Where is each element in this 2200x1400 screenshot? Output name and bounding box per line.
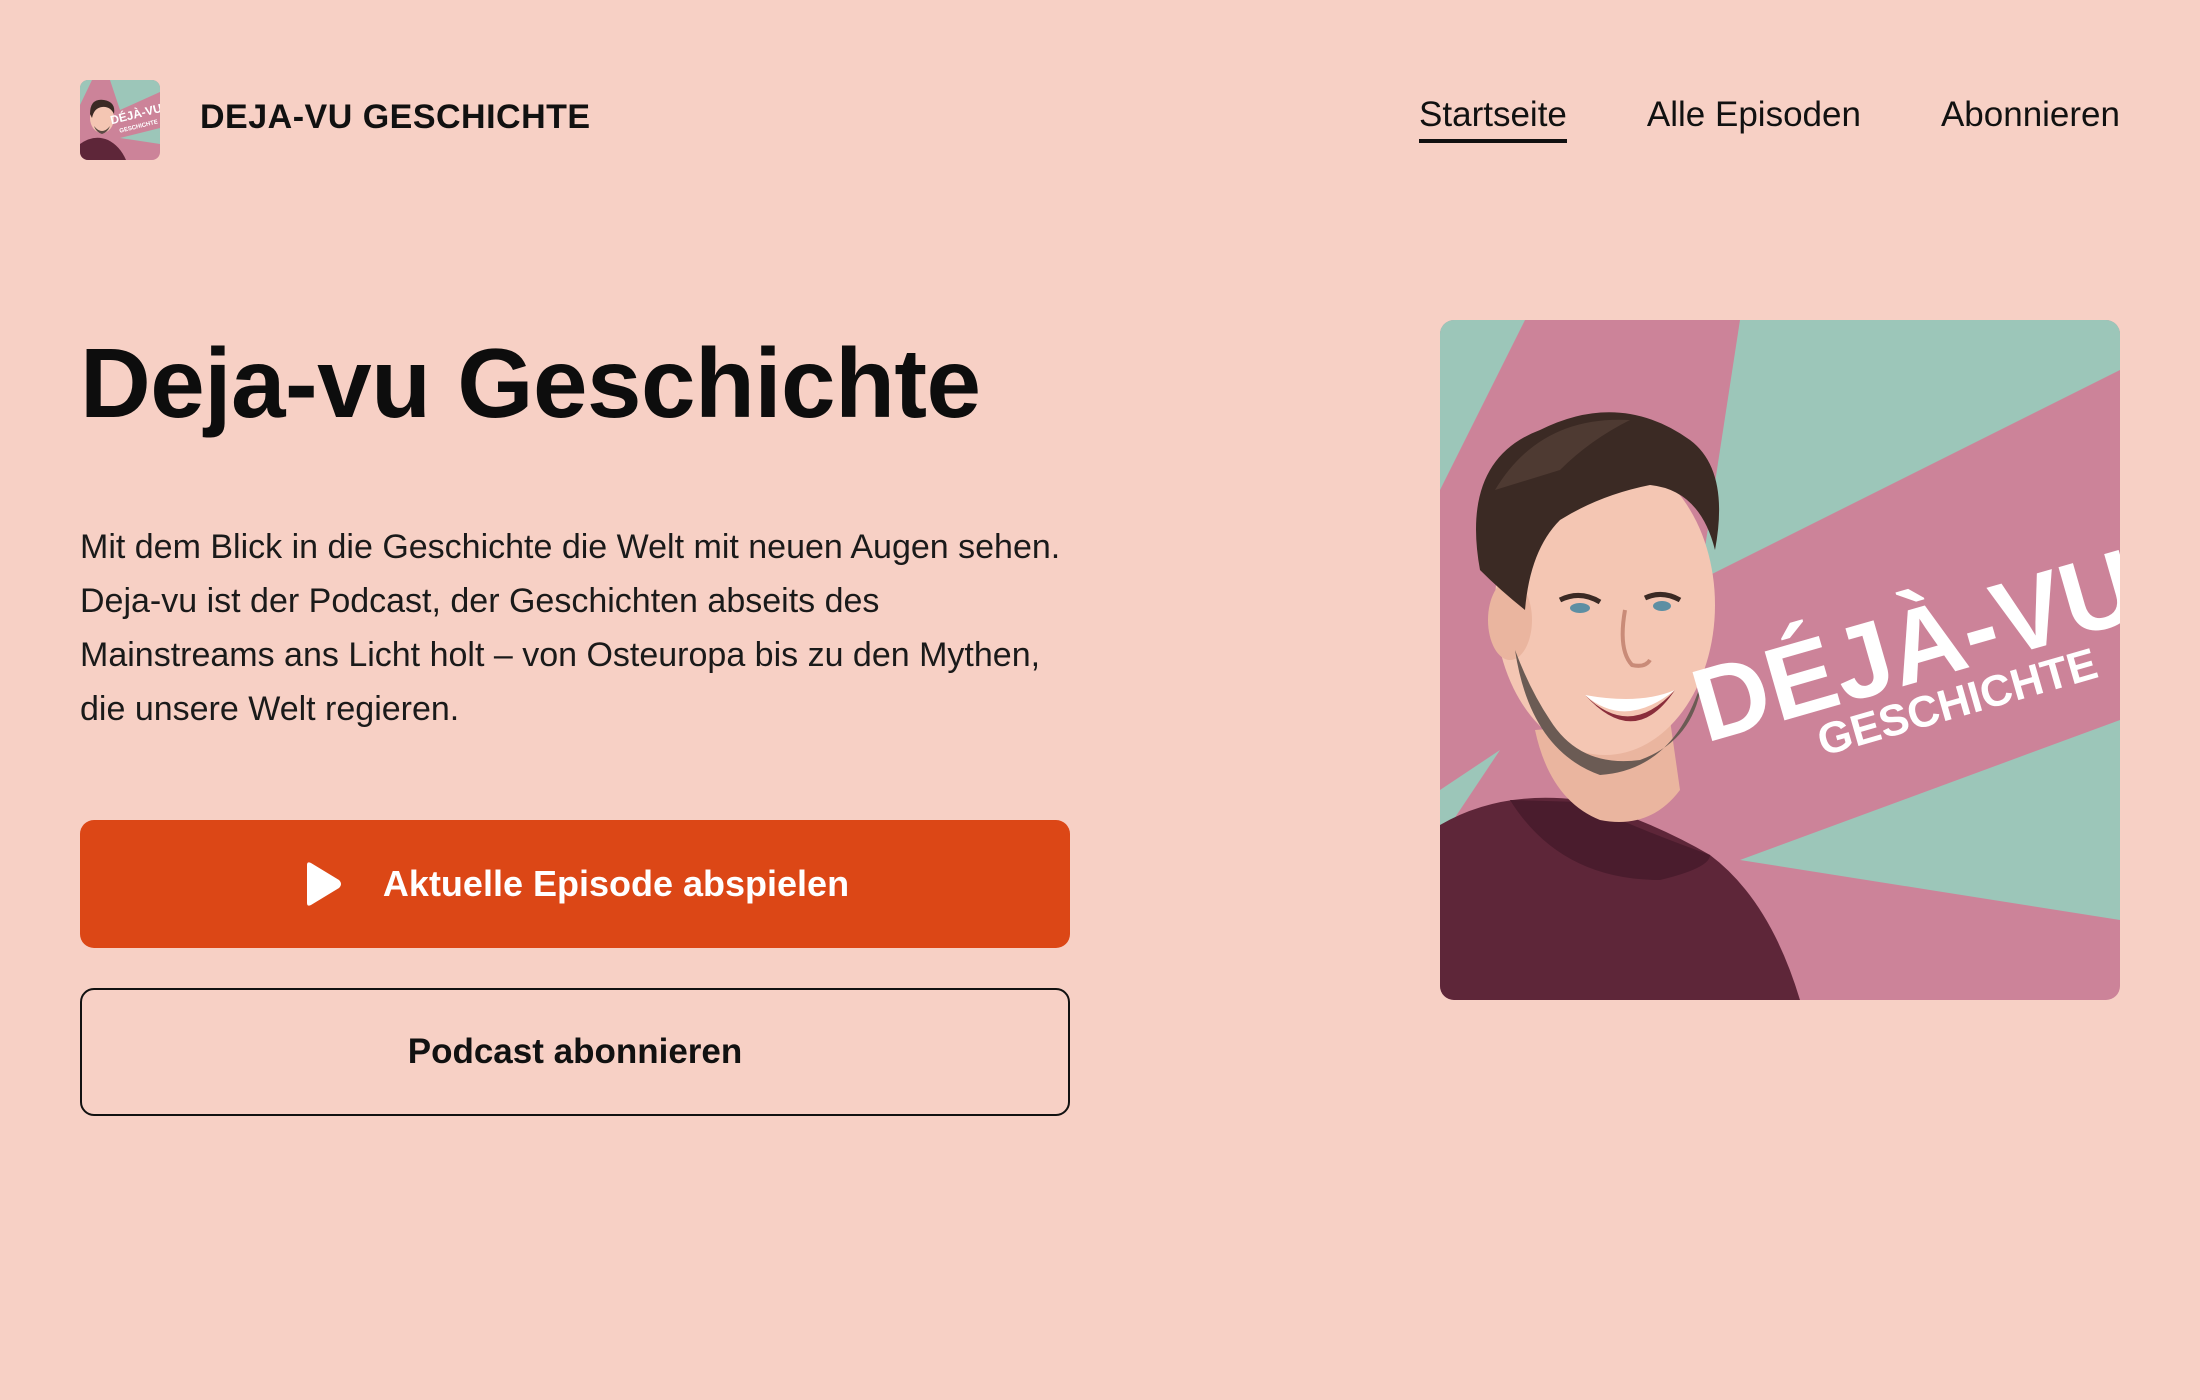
play-button-label: Aktuelle Episode abspielen (382, 863, 850, 904)
podcast-cover-illustration: DÉJÀ-VU GESCHICHTE (1440, 320, 2120, 1000)
main-nav: Startseite Alle Episoden Abonnieren (1419, 95, 2120, 143)
podcast-cover-thumbnail-icon: DÉJÀ-VU GESCHICHTE (80, 80, 160, 160)
podcast-cover-art: DÉJÀ-VU GESCHICHTE (1440, 320, 2120, 1000)
podcast-description: Mit dem Blick in die Geschichte die Welt… (80, 528, 1061, 728)
page-title: Deja-vu Geschichte (80, 328, 981, 438)
top-navigation-bar: DÉJÀ-VU GESCHICHTE DEJA-VU GESCHICHTE St… (0, 0, 2200, 190)
nav-item-alle-episoden[interactable]: Alle Episoden (1647, 95, 1861, 143)
subscribe-button-label: Podcast abonnieren (407, 1032, 743, 1071)
play-latest-episode-button[interactable]: Aktuelle Episode abspielen (80, 820, 1070, 948)
nav-item-startseite[interactable]: Startseite (1419, 95, 1567, 143)
play-icon (306, 862, 341, 906)
subscribe-podcast-button[interactable]: Podcast abonnieren (80, 988, 1070, 1116)
podcast-logo-thumbnail[interactable]: DÉJÀ-VU GESCHICHTE (80, 80, 160, 160)
nav-item-abonnieren[interactable]: Abonnieren (1941, 95, 2120, 143)
site-title[interactable]: DEJA-VU GESCHICHTE (200, 98, 591, 137)
